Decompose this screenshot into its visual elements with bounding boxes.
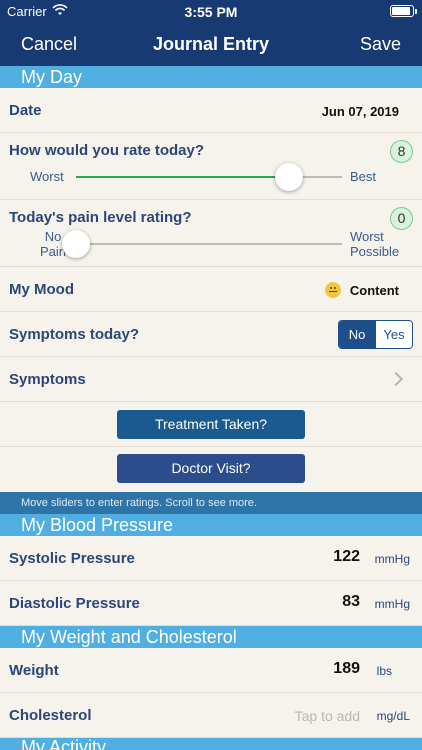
content-face-icon: [325, 282, 341, 298]
symptoms-today-row: Symptoms today? No Yes: [0, 312, 422, 357]
systolic-label: Systolic Pressure: [9, 550, 135, 567]
symptoms-row[interactable]: Symptoms: [0, 357, 422, 402]
weight-unit: lbs: [376, 664, 392, 678]
mood-value: Content: [349, 283, 399, 298]
mood-row[interactable]: My Mood Content: [0, 267, 422, 312]
diastolic-row[interactable]: Diastolic Pressure 83 mmHg: [0, 581, 422, 626]
symptoms-no-option[interactable]: No: [339, 321, 375, 348]
chevron-right-icon: [388, 371, 404, 387]
symptoms-today-label: Symptoms today?: [9, 326, 140, 343]
page-title: Journal Entry: [152, 34, 270, 54]
systolic-row[interactable]: Systolic Pressure 122 mmHg: [0, 536, 422, 581]
pain-high-label: Worst Possible: [350, 229, 400, 259]
section-activity: My Activity: [0, 738, 422, 750]
rating-track-fill: [76, 176, 289, 178]
pain-slider-thumb[interactable]: [62, 230, 90, 258]
rating-badge: 8: [390, 140, 413, 163]
weight-row[interactable]: Weight 189 lbs: [0, 648, 422, 693]
pain-row: Today's pain level rating? 0 No Pain Wor…: [0, 200, 422, 267]
weight-value[interactable]: 189: [333, 660, 360, 678]
systolic-unit: mmHg: [374, 552, 410, 566]
section-blood-pressure: My Blood Pressure: [0, 514, 422, 536]
mood-label: My Mood: [9, 281, 74, 298]
symptoms-label: Symptoms: [9, 371, 86, 388]
diastolic-value[interactable]: 83: [342, 593, 360, 611]
save-button[interactable]: Save: [360, 34, 401, 55]
symptoms-today-toggle[interactable]: No Yes: [338, 320, 413, 349]
clock: 3:55 PM: [184, 4, 238, 20]
pain-track[interactable]: [76, 243, 342, 245]
battery-icon: [390, 5, 417, 17]
systolic-value[interactable]: 122: [333, 548, 360, 566]
date-value: Jun 07, 2019: [321, 104, 399, 119]
cholesterol-label: Cholesterol: [9, 707, 92, 724]
diastolic-label: Diastolic Pressure: [9, 595, 140, 612]
cholesterol-unit: mg/dL: [376, 709, 410, 723]
rating-high-label: Best: [350, 169, 377, 184]
cholesterol-input[interactable]: Tap to add: [295, 708, 360, 724]
section-weight-cholesterol: My Weight and Cholesterol: [0, 626, 422, 648]
date-label: Date: [9, 102, 42, 119]
weight-label: Weight: [9, 662, 59, 679]
rating-label: How would you rate today?: [9, 142, 205, 159]
pain-badge: 0: [390, 207, 413, 230]
doctor-row: Doctor Visit?: [0, 447, 422, 492]
treatment-row: Treatment Taken?: [0, 402, 422, 447]
rating-low-label: Worst: [30, 169, 64, 184]
symptoms-yes-option[interactable]: Yes: [375, 321, 412, 348]
navigation-bar: Carrier 3:55 PM Cancel Journal Entry Sav…: [0, 0, 422, 66]
doctor-visit-button[interactable]: Doctor Visit?: [117, 454, 305, 483]
diastolic-unit: mmHg: [374, 597, 410, 611]
status-bar: Carrier 3:55 PM: [0, 0, 422, 22]
rating-row: How would you rate today? 8 Worst Best: [0, 133, 422, 200]
hint-bar: Move sliders to enter ratings. Scroll to…: [0, 492, 422, 514]
pain-label: Today's pain level rating?: [9, 209, 192, 226]
treatment-taken-button[interactable]: Treatment Taken?: [117, 410, 305, 439]
section-my-day: My Day: [0, 66, 422, 88]
rating-slider-thumb[interactable]: [274, 163, 303, 191]
date-row[interactable]: Date Jun 07, 2019: [0, 88, 422, 133]
cholesterol-row[interactable]: Cholesterol Tap to add mg/dL: [0, 693, 422, 738]
